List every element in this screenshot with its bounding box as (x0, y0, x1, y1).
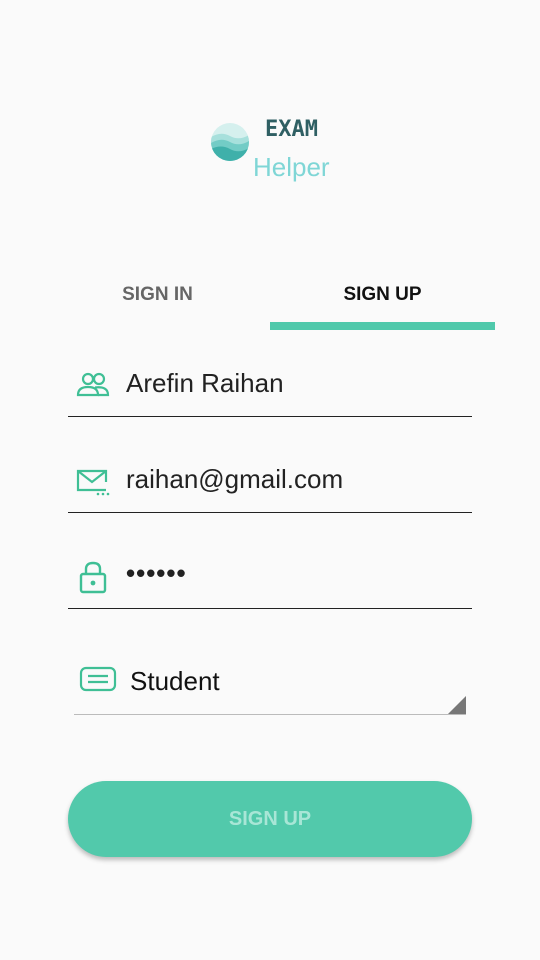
dropdown-arrow-icon[interactable] (448, 696, 466, 714)
role-selected-value: Student (130, 666, 220, 696)
email-field[interactable]: raihan@gmail.com (68, 456, 472, 513)
waves-circle-icon (211, 123, 249, 161)
tab-sign-in[interactable]: SIGN IN (45, 260, 270, 330)
app-logo: EXAM Helper (0, 0, 540, 200)
logo-title: EXAM (265, 117, 318, 142)
tab-sign-up[interactable]: SIGN UP (270, 260, 495, 330)
role-select[interactable]: Student (74, 652, 466, 715)
people-icon (76, 372, 110, 397)
lock-icon (79, 561, 107, 594)
email-input[interactable]: raihan@gmail.com (126, 464, 466, 495)
auth-tabs: SIGN IN SIGN UP (45, 260, 495, 330)
name-input[interactable]: Arefin Raihan (126, 368, 466, 399)
logo-subtitle: Helper (253, 152, 330, 182)
password-field[interactable]: •••••• (68, 552, 472, 609)
name-field[interactable]: Arefin Raihan (68, 360, 472, 417)
mail-icon (76, 469, 110, 496)
id-card-icon (79, 666, 117, 692)
sign-up-button[interactable]: SIGN UP (68, 781, 472, 857)
active-tab-indicator (270, 322, 495, 330)
password-input[interactable]: •••••• (126, 558, 466, 589)
